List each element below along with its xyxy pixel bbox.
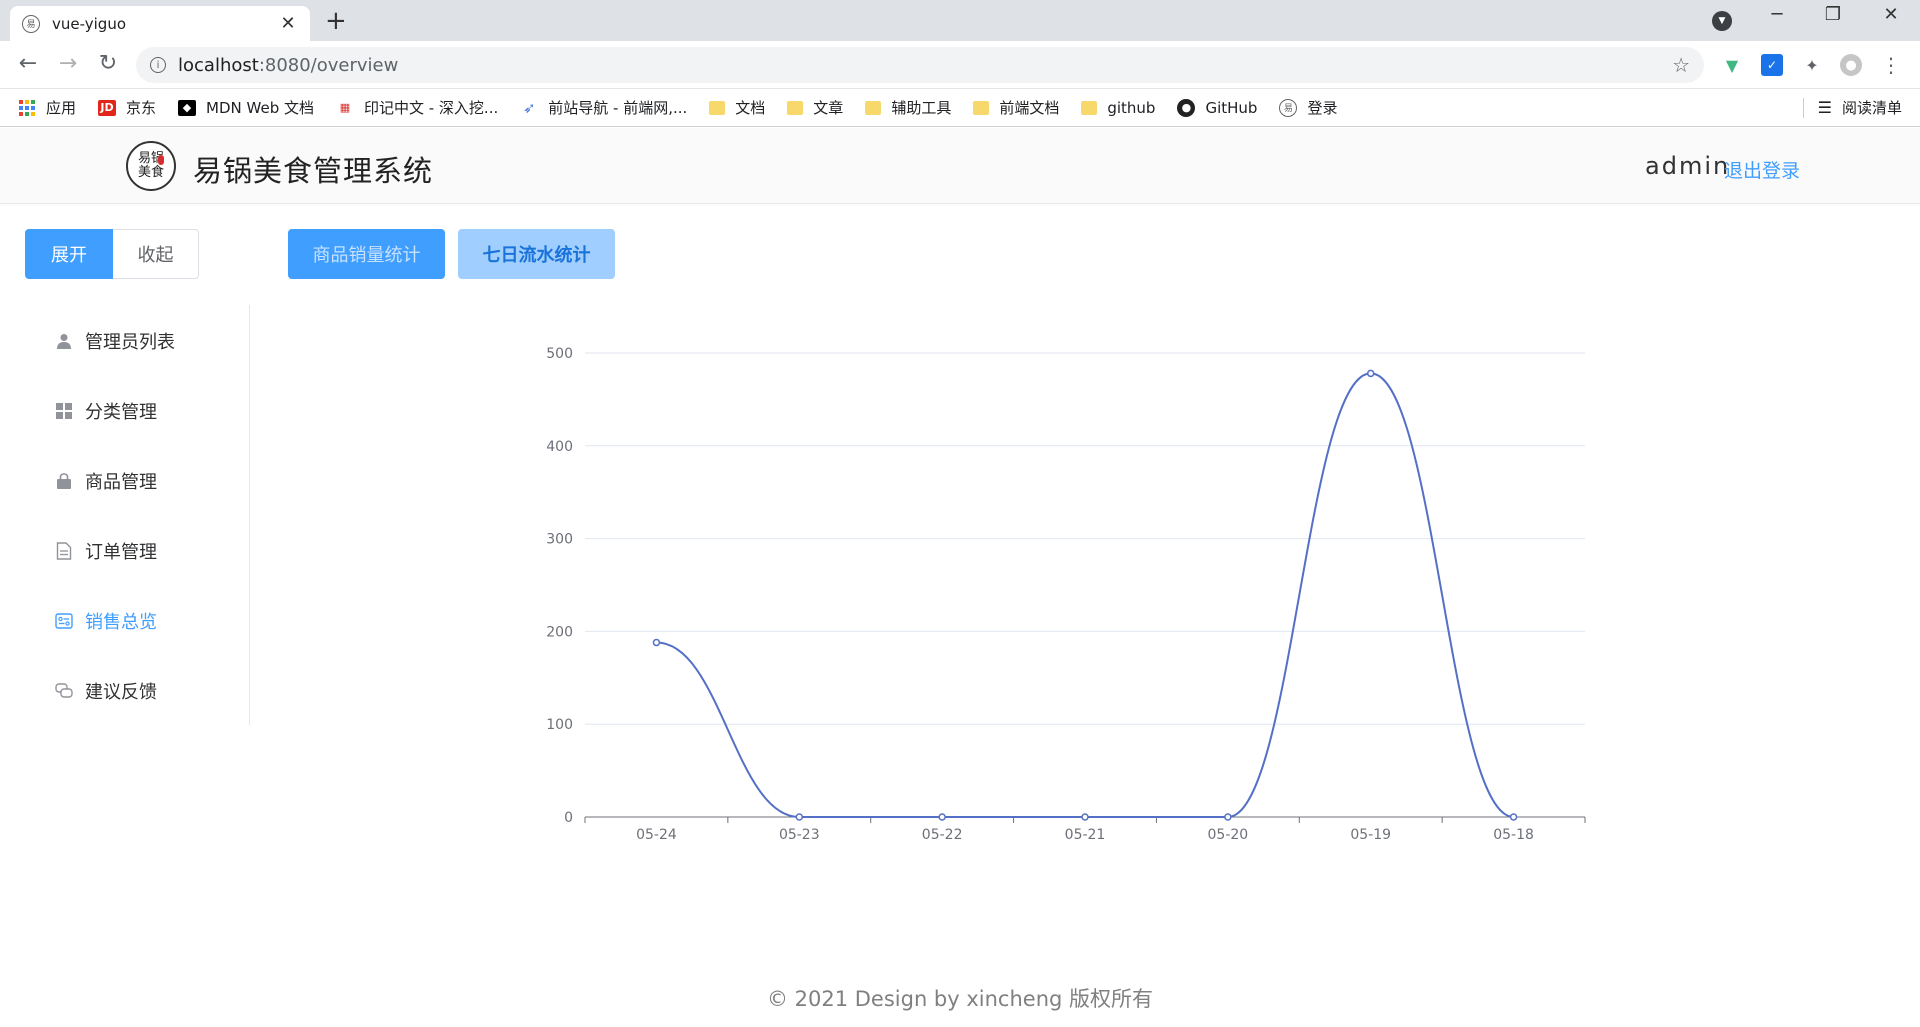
logout-link[interactable]: 退出登录 [1724, 156, 1800, 183]
bookmark-mdn[interactable]: ◆ MDN Web 文档 [178, 97, 314, 118]
forward-icon[interactable]: → [54, 51, 82, 76]
github-icon: ● [1177, 98, 1196, 117]
more-menu-icon[interactable]: ⋮ [1880, 53, 1902, 77]
data-point [1224, 813, 1232, 821]
copyright-footer: © 2021 Design by xincheng 版权所有 [766, 987, 1154, 1011]
chat-icon [55, 682, 73, 700]
sidebar-item-sales-overview[interactable]: 销售总览 [25, 593, 249, 649]
browser-tab[interactable]: 易 vue-yiguo ✕ [10, 6, 310, 41]
seven-day-flow-chart: 0 100 200 300 400 500 05-24 05-23 05-22 05-21 05-2… [546, 346, 1586, 843]
y-tick-label: 400 [546, 439, 573, 455]
series-line [656, 372, 1514, 818]
y-tick-label: 100 [546, 717, 573, 733]
yinji-logo-icon: ▦ [339, 101, 351, 114]
browser-tabbar: 易 vue-yiguo ✕ + ▼ ─ ❐ ✕ [0, 0, 1920, 41]
site-info-icon[interactable]: i [150, 57, 166, 73]
sidebar-item-feedback[interactable]: 建议反馈 [25, 663, 249, 719]
extension-icon[interactable]: ✓ [1761, 54, 1783, 76]
url-input[interactable]: i localhost:8080/overview ☆ [136, 47, 1704, 83]
bookmark-jd[interactable]: JD 京东 [98, 97, 156, 118]
folder-icon [973, 100, 990, 115]
bookmark-login[interactable]: 易 登录 [1279, 97, 1337, 118]
x-tick-label: 05-22 [922, 827, 963, 843]
grid-icon [55, 402, 73, 420]
window-close-icon[interactable]: ✕ [1876, 4, 1906, 25]
sidebar-toggle-group: 展开 收起 [25, 229, 199, 279]
data-board-icon [55, 612, 73, 630]
y-tick-label: 300 [546, 532, 573, 548]
puzzle-icon[interactable]: ✦ [1801, 54, 1823, 76]
sidebar-item-goods[interactable]: 商品管理 [25, 453, 249, 509]
data-point [1366, 369, 1375, 378]
reading-list-icon: ☰ [1817, 98, 1832, 117]
mdn-logo-icon: ◆ [178, 99, 197, 116]
y-tick-label: 0 [564, 810, 573, 826]
data-point [938, 813, 946, 821]
new-tab-icon[interactable]: + [325, 7, 347, 35]
data-point [1081, 813, 1089, 821]
folder-icon [865, 100, 882, 115]
x-tick-label: 05-21 [1065, 827, 1106, 843]
tab-seven-day-flow[interactable]: 七日流水统计 [458, 229, 615, 279]
reading-list[interactable]: ☰ 阅读清单 [1802, 97, 1902, 118]
restore-icon[interactable]: ❐ [1818, 4, 1848, 25]
bookmark-folder-articles[interactable]: 文章 [787, 97, 843, 118]
app-title: 易锅美食管理系统 [193, 154, 434, 188]
data-point [652, 638, 661, 647]
address-bar-row: ← → ↻ i localhost:8080/overview ☆ ▼ ✓ ✦ … [0, 41, 1920, 89]
sidebar-item-admin-list[interactable]: 管理员列表 [25, 313, 249, 369]
sidebar-item-orders[interactable]: 订单管理 [25, 523, 249, 579]
jd-logo-icon: JD [98, 99, 117, 116]
expand-button[interactable]: 展开 [25, 229, 113, 279]
tab-title: vue-yiguo [52, 14, 127, 33]
folder-icon [1081, 100, 1098, 115]
bookmark-star-icon[interactable]: ☆ [1672, 53, 1690, 77]
bookmark-apps[interactable]: 应用 [18, 97, 76, 118]
profile-icon[interactable]: ● [1840, 54, 1862, 76]
bookmark-folder-github[interactable]: github [1081, 99, 1155, 117]
bookmark-folder-tools[interactable]: 辅助工具 [865, 97, 951, 118]
folder-icon [787, 100, 804, 115]
data-point [795, 813, 804, 821]
apps-grid-icon [18, 99, 36, 116]
minimize-icon[interactable]: ─ [1762, 4, 1792, 25]
rocket-icon: ➶ [522, 98, 536, 117]
folder-icon [709, 100, 726, 115]
site-favicon-icon: 易 [22, 14, 40, 33]
back-icon[interactable]: ← [14, 51, 42, 76]
tab-search-icon[interactable]: ▼ [1712, 11, 1732, 31]
x-tick-label: 05-23 [779, 827, 820, 843]
collapse-button[interactable]: 收起 [113, 229, 199, 279]
x-tick-label: 05-19 [1350, 827, 1391, 843]
site-logo-icon: 易 [1279, 98, 1298, 117]
x-tick-label: 05-24 [636, 827, 677, 843]
bookmark-folder-frontend[interactable]: 前端文档 [973, 97, 1059, 118]
bookmark-yinji[interactable]: ▦ 印记中文 - 深入挖... [336, 97, 498, 118]
current-user: admin [1645, 152, 1731, 180]
bookmarks-bar: 应用 JD 京东 ◆ MDN Web 文档 ▦ 印记中文 - 深入挖... ➶ … [0, 89, 1920, 127]
shopping-bag-icon [55, 472, 73, 490]
tab-sales-statistics[interactable]: 商品销量统计 [288, 229, 445, 279]
sidebar-item-category[interactable]: 分类管理 [25, 383, 249, 439]
app-logo: 易锅 美食 [126, 141, 176, 191]
close-tab-icon[interactable]: ✕ [278, 13, 298, 34]
vue-devtools-icon[interactable]: ▼ [1721, 54, 1743, 76]
data-point [1509, 813, 1518, 821]
user-icon [55, 332, 73, 350]
bookmark-github[interactable]: ● GitHub [1177, 98, 1257, 117]
reload-icon[interactable]: ↻ [94, 51, 122, 76]
x-tick-label: 05-18 [1493, 827, 1534, 843]
sidebar-menu: 管理员列表 分类管理 商品管理 订单管理 销售总览 建议反馈 [25, 305, 250, 725]
x-tick-label: 05-20 [1208, 827, 1249, 843]
bookmark-folder-docs[interactable]: 文档 [709, 97, 765, 118]
y-tick-label: 200 [546, 624, 573, 640]
url-text: localhost:8080/overview [178, 54, 399, 76]
document-icon [55, 542, 73, 560]
bookmark-qianduan-nav[interactable]: ➶ 前站导航 - 前端网,... [520, 97, 687, 118]
y-tick-label: 500 [546, 346, 573, 362]
app-header: 易锅 美食 易锅美食管理系统 admin 退出登录 [0, 128, 1920, 204]
